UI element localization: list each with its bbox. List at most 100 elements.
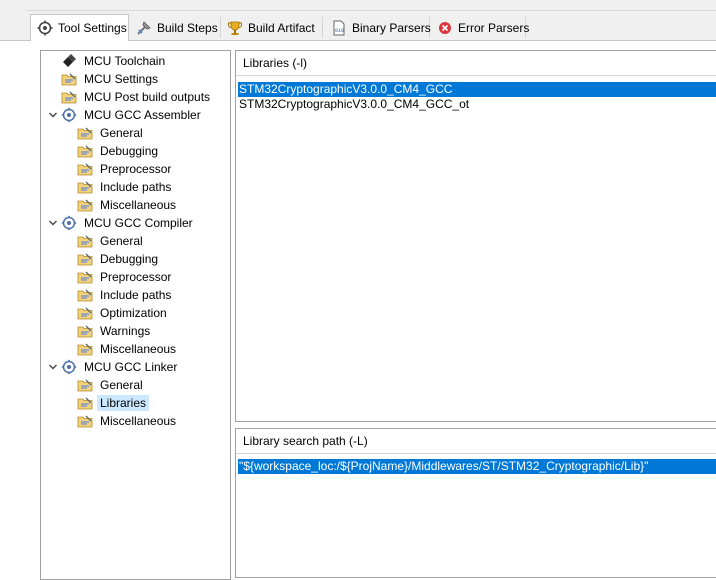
tree-item-label: MCU GCC Assembler [84, 108, 201, 122]
tool-icon [61, 215, 77, 231]
tree-item-debugging[interactable]: Debugging [63, 250, 161, 268]
library-item[interactable]: STM32CryptographicV3.0.0_CM4_GCC_ot [238, 97, 716, 112]
error-icon [437, 20, 453, 36]
settings-folder-icon [77, 287, 93, 303]
tree-item-label: MCU GCC Compiler [84, 216, 193, 230]
tree-item-label: Include paths [100, 288, 172, 302]
library-item-selected[interactable]: STM32CryptographicV3.0.0_CM4_GCC [238, 82, 716, 97]
tab-label: Tool Settings [58, 21, 127, 35]
settings-folder-icon [77, 161, 93, 177]
toolchain-icon [61, 53, 77, 69]
settings-folder-icon [77, 197, 93, 213]
settings-folder-icon [61, 71, 77, 87]
search-path-item-selected[interactable]: "${workspace_loc:/${ProjName}/Middleware… [238, 459, 716, 474]
tree-item-include-paths[interactable]: Include paths [63, 178, 174, 196]
settings-folder-icon [61, 89, 77, 105]
tab-binary-parsers[interactable]: 010 Binary Parsers [326, 17, 431, 38]
chevron-down-icon[interactable] [47, 109, 59, 121]
search-path-header: Library search path (-L) [236, 429, 716, 454]
settings-folder-icon [77, 125, 93, 141]
tree-item-label: Libraries [97, 395, 150, 411]
gear-icon [37, 20, 53, 36]
tree-item-label: MCU Settings [84, 72, 159, 86]
top-divider [26, 10, 716, 11]
tree-item-mcu-post-build-outputs[interactable]: MCU Post build outputs [47, 88, 213, 106]
search-path-title: Library search path (-L) [243, 434, 368, 448]
libraries-panel: Libraries (-l) STM32CryptographicV3.0.0_… [235, 50, 716, 422]
settings-folder-icon [77, 179, 93, 195]
tab-build-steps[interactable]: Build Steps [131, 17, 221, 38]
top-band [0, 0, 716, 14]
tree-item-mcu-gcc-linker[interactable]: MCU GCC Linker [47, 358, 180, 376]
settings-folder-icon [77, 323, 93, 339]
tree-item-mcu-toolchain[interactable]: MCU Toolchain [47, 52, 168, 70]
libraries-header: Libraries (-l) [236, 51, 716, 76]
tree-item-mcu-gcc-assembler[interactable]: MCU GCC Assembler [47, 106, 204, 124]
tree-item-preprocessor[interactable]: Preprocessor [63, 160, 174, 178]
settings-folder-icon [77, 269, 93, 285]
chevron-down-icon[interactable] [47, 361, 59, 373]
tool-icon [61, 359, 77, 375]
tree-item-general[interactable]: General [63, 232, 146, 250]
svg-text:010: 010 [335, 28, 344, 34]
library-search-path-panel: Library search path (-L) "${workspace_lo… [235, 428, 716, 578]
tree-item-label: Preprocessor [100, 162, 172, 176]
tree-item-warnings[interactable]: Warnings [63, 322, 153, 340]
settings-folder-icon [77, 305, 93, 321]
tree-item-mcu-settings[interactable]: MCU Settings [47, 70, 161, 88]
tree-item-label: Optimization [100, 306, 167, 320]
tree-item-label: General [100, 234, 143, 248]
trophy-icon [227, 20, 243, 36]
tree-item-label: Warnings [100, 324, 151, 338]
settings-folder-icon [77, 251, 93, 267]
tab-build-artifact[interactable]: Build Artifact [222, 17, 323, 38]
chevron-down-icon[interactable] [47, 217, 59, 229]
tab-label: Build Steps [157, 20, 218, 35]
tree-item-miscellaneous[interactable]: Miscellaneous [63, 412, 179, 430]
tab-label: Build Artifact [248, 20, 315, 35]
tree-item-label: Preprocessor [100, 270, 172, 284]
binary-icon: 010 [331, 20, 347, 36]
tree-item-label: Include paths [100, 180, 172, 194]
settings-folder-icon [77, 377, 93, 393]
settings-folder-icon [77, 341, 93, 357]
tree-item-label: Debugging [100, 144, 159, 158]
tree-item-general[interactable]: General [63, 124, 146, 142]
settings-folder-icon [77, 395, 93, 411]
tree-item-label: Miscellaneous [100, 414, 177, 428]
tree-item-miscellaneous[interactable]: Miscellaneous [63, 196, 179, 214]
tab-tool-settings[interactable]: Tool Settings [30, 14, 129, 41]
tree-item-miscellaneous[interactable]: Miscellaneous [63, 340, 179, 358]
settings-folder-icon [77, 413, 93, 429]
tree-item-general[interactable]: General [63, 376, 146, 394]
tree-item-label: General [100, 126, 143, 140]
tree-item-libraries[interactable]: Libraries [63, 394, 150, 412]
tree-item-mcu-gcc-compiler[interactable]: MCU GCC Compiler [47, 214, 196, 232]
tab-error-parsers[interactable]: Error Parsers [432, 17, 530, 38]
tree-item-label: Debugging [100, 252, 159, 266]
tree-item-optimization[interactable]: Optimization [63, 304, 170, 322]
settings-folder-icon [77, 143, 93, 159]
tree-item-include-paths[interactable]: Include paths [63, 286, 174, 304]
tab-label: Error Parsers [458, 20, 530, 35]
tree-item-debugging[interactable]: Debugging [63, 142, 161, 160]
tree-item-preprocessor[interactable]: Preprocessor [63, 268, 174, 286]
